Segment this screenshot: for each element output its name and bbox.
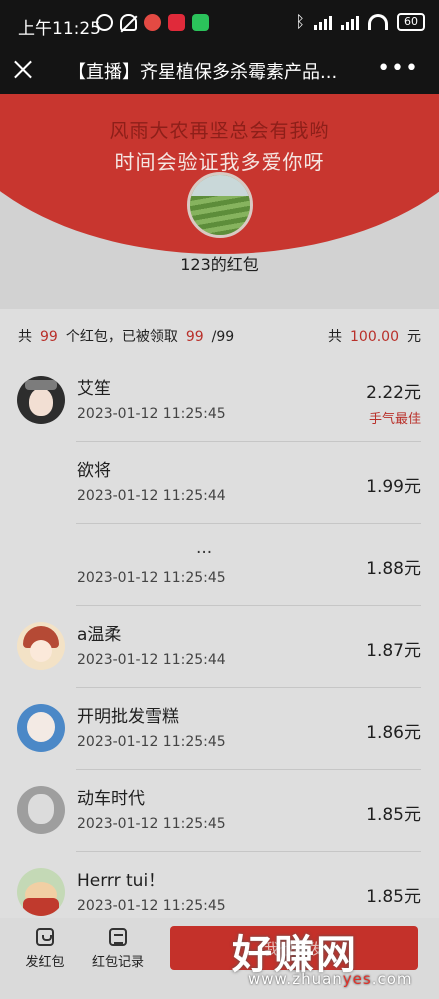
claimer-name: ... [196,538,213,558]
list-item[interactable]: ... 2023-01-12 11:25:45 1.88元 [0,524,439,606]
status-time: 上午11:25 [18,19,101,39]
list-item[interactable]: 开明批发雪糕 2023-01-12 11:25:45 1.86元 [0,688,439,770]
bottom-bar: 发红包 红包记录 我也要发 [0,918,439,999]
red-packet-icon [36,928,54,946]
avatar [17,622,65,670]
claim-summary: 共 99 个红包，已被领取 99/99 [18,329,235,345]
claim-time: 2023-01-12 11:25:45 [77,570,226,586]
weibo-icon [144,14,161,31]
claim-amount: 1.86元 [366,723,421,743]
claim-amount: 1.87元 [366,641,421,661]
records-icon [109,928,127,946]
wechat-icon [192,14,209,31]
sender-name: 123的红包 [180,255,259,274]
claim-time: 2023-01-12 11:25:45 [77,898,226,914]
red-packet-records-button[interactable]: 红包记录 [88,928,148,970]
claim-amount: 1.85元 [366,887,421,907]
more-icon[interactable]: ••• [377,56,419,81]
claimer-name: 欲将 [77,461,111,481]
close-icon[interactable] [12,58,34,80]
alarm-icon [96,14,113,31]
best-luck-badge: 手气最佳 [368,412,421,427]
claimer-name: 艾笙 [77,379,111,399]
sender-avatar [187,172,253,238]
status-bar: 上午11:25 ᛒ 60 [0,0,439,46]
send-red-packet-label: 发红包 [25,955,65,970]
list-item[interactable]: 动车时代 2023-01-12 11:25:45 1.85元 [0,770,439,852]
claimer-name: Herrr tui！ [77,871,166,891]
ghost-blessing-text: 风雨大农再坚总会有我哟 [109,120,330,142]
claim-amount: 1.99元 [366,477,421,497]
claim-amount: 1.85元 [366,805,421,825]
send-red-packet-button[interactable]: 发红包 [15,928,75,970]
list-item[interactable]: 艾笙 2023-01-12 11:25:45 2.22元 手气最佳 [0,360,439,442]
claimer-name: a温柔 [77,625,122,645]
total-amount: 100.00 [350,329,399,345]
list-item[interactable]: a温柔 2023-01-12 11:25:44 1.87元 [0,606,439,688]
battery-icon: 60 [397,12,425,31]
blessing-text: 时间会验证我多爱你呀 [114,150,325,174]
claim-amount: 1.88元 [366,559,421,579]
avatar [17,376,65,424]
title-bar: 【直播】齐星植保多杀霉素产品... ••• [0,46,439,94]
app-icon [168,14,185,31]
claimed-count: 99 [185,329,204,345]
signal-hd-icon [341,14,359,30]
claim-time: 2023-01-12 11:25:44 [77,488,226,504]
amount-summary: 共 100.00 元 [328,329,421,345]
mute-bell-icon [120,14,137,31]
red-packet-header: 风雨大农再坚总会有我哟 时间会验证我多爱你呀 123的红包 [0,94,439,309]
packet-count: 99 [40,329,58,345]
packet-summary: 共 99 个红包，已被领取 99/99 共 100.00 元 [0,318,439,350]
avatar [17,868,65,916]
claim-time: 2023-01-12 11:25:45 [77,734,226,750]
page-title: 【直播】齐星植保多杀霉素产品... [68,62,338,83]
avatar [17,786,65,834]
claimer-name: 开明批发雪糕 [77,707,179,727]
red-packet-records-label: 红包记录 [91,955,144,970]
wifi-icon [368,13,388,30]
list-item[interactable]: 欲将 2023-01-12 11:25:44 1.99元 [0,442,439,524]
claimer-name: 动车时代 [77,789,145,809]
send-too-label: 我也要发 [263,940,324,958]
claim-amount: 2.22元 [366,383,421,403]
status-right: ᛒ 60 [295,12,425,31]
avatar [17,704,65,752]
claim-time: 2023-01-12 11:25:44 [77,652,226,668]
status-icons [96,14,209,31]
bluetooth-icon: ᛒ [295,12,305,31]
send-too-button[interactable]: 我也要发 [170,926,418,970]
signal-hd-icon [314,14,332,30]
claim-time: 2023-01-12 11:25:45 [77,406,226,422]
claim-time: 2023-01-12 11:25:45 [77,816,226,832]
